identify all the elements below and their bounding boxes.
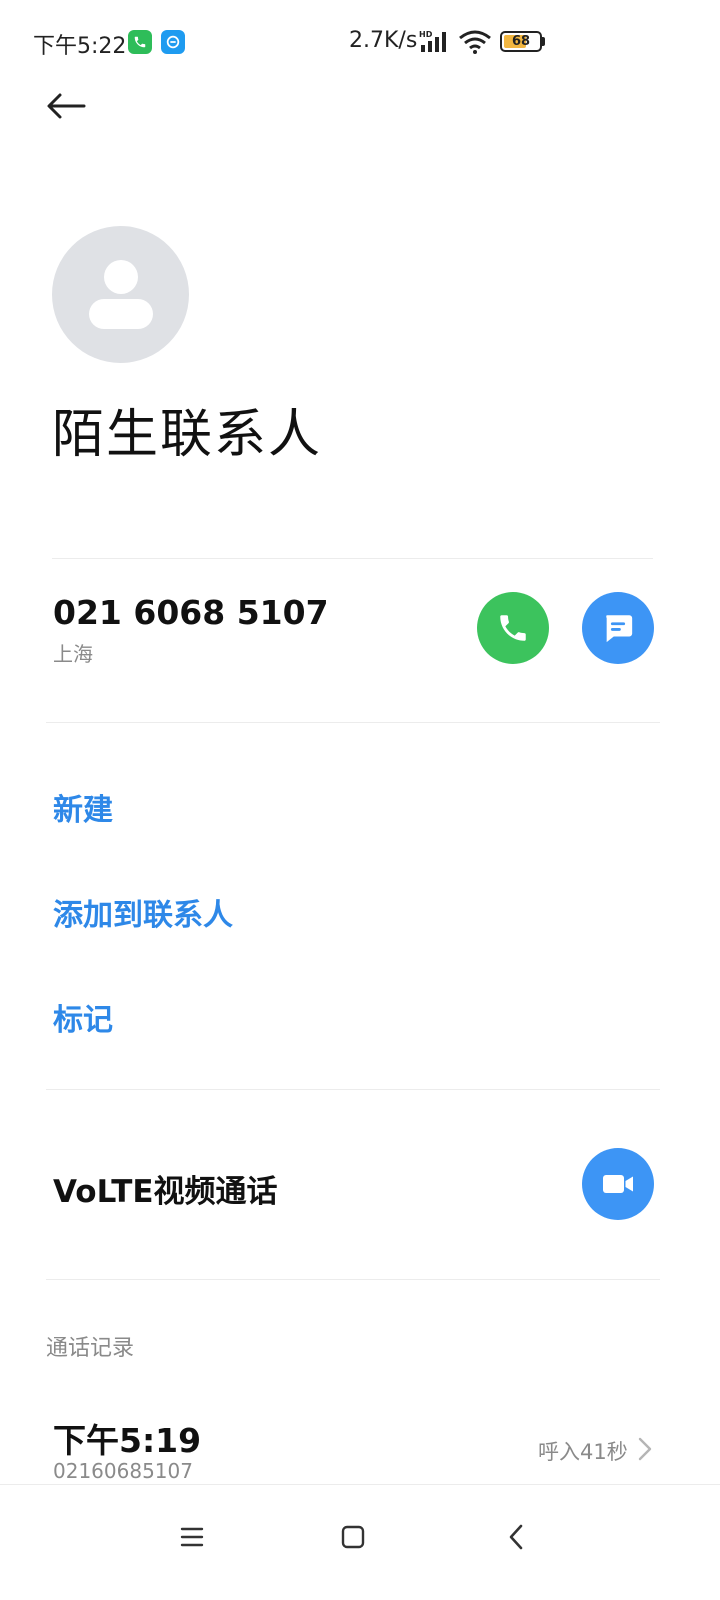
add-to-contacts-action[interactable]: 添加到联系人 (53, 890, 233, 934)
new-contact-action[interactable]: 新建 (53, 785, 113, 829)
back-arrow-icon (47, 93, 86, 119)
avatar-head (104, 260, 138, 294)
video-call-button[interactable] (582, 1148, 654, 1220)
back-nav-button[interactable] (488, 1509, 544, 1565)
battery-tip (542, 37, 545, 46)
network-speed: 2.7K/s (349, 28, 418, 53)
divider (52, 558, 653, 559)
chevron-right-icon (638, 1437, 652, 1461)
call-button[interactable] (477, 592, 549, 664)
status-bar: 下午5:22 2.7K/s HD 68 (0, 0, 720, 84)
e-app-icon (161, 30, 185, 54)
call-log-title: 通话记录 (46, 1336, 135, 1361)
back-button[interactable] (38, 84, 94, 128)
back-icon (509, 1524, 523, 1550)
wifi-icon (459, 30, 491, 54)
call-log-time: 下午5:19 (53, 1421, 202, 1460)
divider (46, 1089, 660, 1090)
svg-text:HD: HD (419, 30, 433, 39)
mark-action[interactable]: 标记 (53, 995, 113, 1039)
home-button[interactable] (325, 1509, 381, 1565)
avatar (52, 226, 189, 363)
battery-text: 68 (511, 34, 531, 49)
divider (46, 1279, 660, 1280)
contact-detail-screen: 下午5:22 2.7K/s HD 68 陌生联系人 021 6068 5107 … (0, 0, 720, 1600)
volte-video-call-label: VoLTE视频通话 (53, 1174, 278, 1210)
recents-button[interactable] (164, 1509, 220, 1565)
phone-location: 上海 (53, 642, 93, 666)
signal-icon: HD (419, 30, 446, 52)
navigation-bar (0, 1484, 720, 1600)
phone-number[interactable]: 021 6068 5107 (53, 593, 329, 632)
battery-icon: 68 (500, 31, 542, 52)
contact-name: 陌生联系人 (52, 405, 323, 465)
phone-notification-icon (128, 30, 152, 54)
call-log-number: 02160685107 (53, 1459, 193, 1483)
call-log-detail: 呼入41秒 (538, 1440, 628, 1464)
menu-icon (180, 1527, 204, 1547)
message-button[interactable] (582, 592, 654, 664)
divider (46, 722, 660, 723)
home-icon (341, 1525, 365, 1549)
phone-icon (500, 615, 526, 641)
video-camera-icon (603, 1175, 633, 1193)
status-time: 下午5:22 (33, 34, 127, 59)
message-icon (606, 615, 633, 643)
avatar-body (89, 299, 153, 329)
